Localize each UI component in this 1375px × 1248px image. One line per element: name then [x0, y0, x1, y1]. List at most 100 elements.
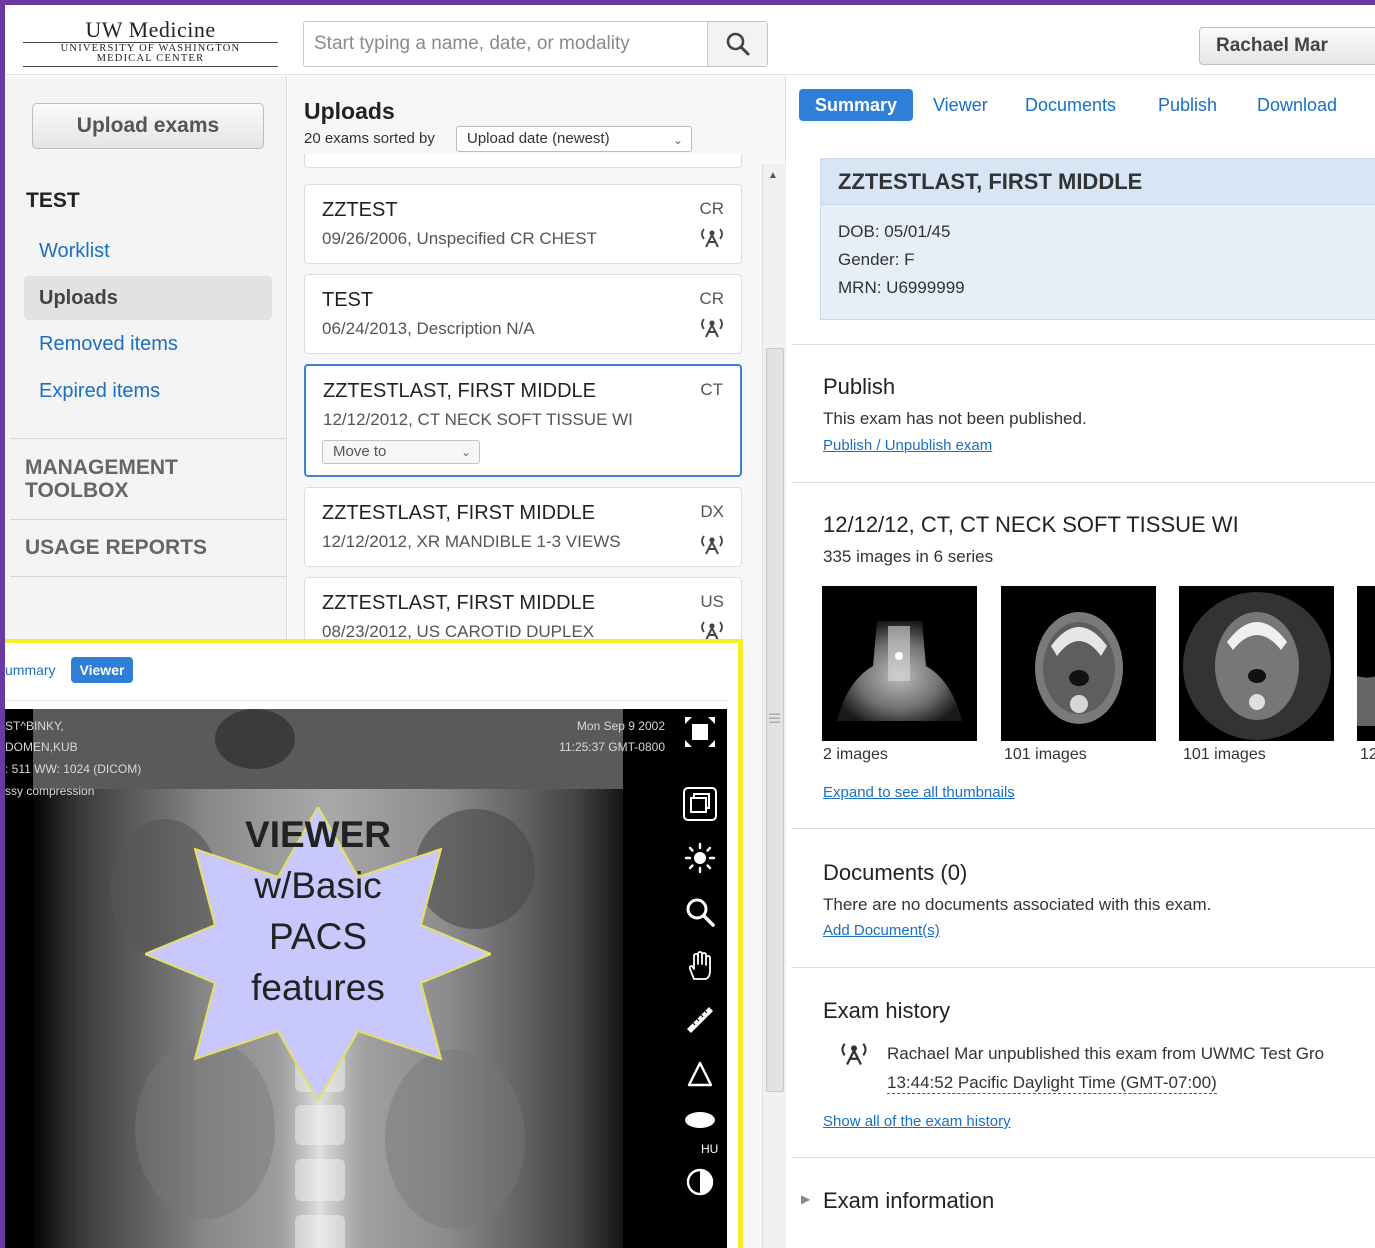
sidebar-divider — [10, 519, 287, 520]
scroll-up-arrow-icon[interactable]: ▲ — [768, 170, 778, 181]
exam-card[interactable]: ZZTEST 09/26/2006, Unspecified CR CHEST … — [304, 184, 742, 264]
patient-mrn: MRN: U6999999 — [838, 278, 965, 297]
history-entry-text: Rachael Mar unpublished this exam from U… — [887, 1044, 1325, 1063]
tab-download[interactable]: Download — [1257, 89, 1337, 121]
list-item-partial[interactable] — [304, 154, 742, 168]
exam-information-toggle[interactable]: Exam information — [823, 1188, 994, 1214]
uploads-title: Uploads — [304, 98, 395, 124]
logo-subtitle-2: MEDICAL CENTER — [23, 53, 278, 67]
sidebar-item-uploads[interactable]: Uploads — [24, 276, 272, 320]
move-to-label: Move to — [333, 443, 387, 460]
move-to-select[interactable]: Move to ⌄ — [322, 440, 480, 464]
history-entry-timestamp: 13:44:52 Pacific Daylight Time (GMT-07:0… — [887, 1073, 1217, 1094]
brightness-icon[interactable] — [683, 841, 717, 875]
published-broadcast-icon — [701, 535, 723, 555]
publish-status-text: This exam has not been published. — [823, 409, 1087, 428]
sidebar-item-worklist[interactable]: Worklist — [24, 229, 272, 273]
series-thumbnail[interactable] — [822, 586, 977, 741]
patient-info-box: ZZTESTLAST, FIRST MIDDLE DOB: 05/01/45 G… — [820, 158, 1375, 320]
thumbnail-caption: 12 — [1360, 746, 1375, 763]
expand-arrow-icon[interactable]: ▶ — [801, 1192, 810, 1206]
series-thumbnail[interactable] — [1357, 586, 1375, 741]
sidebar-usage-reports[interactable]: USAGE REPORTS — [25, 536, 207, 559]
sort-select-value: Upload date (newest) — [467, 130, 610, 147]
section-divider — [791, 482, 1375, 483]
series-thumbnail[interactable] — [1179, 586, 1334, 741]
sort-select[interactable]: Upload date (newest) ⌄ — [456, 126, 692, 152]
tab-documents[interactable]: Documents — [1025, 89, 1116, 121]
overlay-compression: ssy compression — [5, 784, 95, 798]
exam-card-description: 09/26/2006, Unspecified CR CHEST — [322, 229, 597, 248]
exam-card-description: 12/12/2012, CT NECK SOFT TISSUE WI — [323, 410, 633, 429]
tab-publish[interactable]: Publish — [1158, 89, 1217, 121]
callout-line-2: w/Basic — [254, 865, 382, 906]
section-divider — [791, 967, 1375, 968]
scrollbar-grip-icon: — — — — [769, 708, 780, 728]
pan-hand-icon[interactable] — [683, 949, 717, 983]
sidebar-management-toolbox[interactable]: MANAGEMENT TOOLBOX — [25, 456, 178, 502]
tab-summary[interactable]: Summary — [799, 89, 914, 121]
upload-exams-button[interactable]: Upload exams — [32, 103, 264, 149]
exam-detail-panel: Summary Viewer Documents Publish Downloa… — [787, 76, 1375, 1248]
sidebar-item-removed-items[interactable]: Removed items — [24, 322, 272, 366]
publish-unpublish-link[interactable]: Publish / Unpublish exam — [823, 437, 992, 454]
add-documents-link[interactable]: Add Document(s) — [823, 922, 940, 939]
contrast-invert-icon[interactable] — [683, 1165, 717, 1199]
ruler-measure-icon[interactable] — [683, 1003, 717, 1037]
patient-gender: Gender: F — [838, 250, 915, 269]
viewer-toolbar: HU — [673, 709, 727, 1248]
series-thumbnail[interactable] — [1001, 586, 1156, 741]
thumbnail-caption: 101 images — [1004, 746, 1087, 763]
uw-medicine-logo[interactable]: UW Medicine UNIVERSITY OF WASHINGTON MED… — [23, 19, 278, 71]
exam-card[interactable]: ZZTESTLAST, FIRST MIDDLE 12/12/2012, XR … — [304, 487, 742, 567]
ct-axial-soft-tissue-image — [1001, 586, 1156, 741]
header: UW Medicine UNIVERSITY OF WASHINGTON MED… — [5, 5, 1375, 75]
thumbnail-caption: 2 images — [823, 746, 888, 763]
angle-measure-icon[interactable] — [683, 1057, 717, 1091]
tab-viewer[interactable]: Viewer — [933, 89, 988, 121]
exam-card-modality: CR — [699, 289, 724, 308]
exam-card-selected[interactable]: ZZTESTLAST, FIRST MIDDLE 12/12/2012, CT … — [304, 364, 742, 477]
management-line-1: MANAGEMENT — [25, 456, 178, 479]
viewer-divider — [5, 700, 727, 701]
section-divider — [791, 1157, 1375, 1158]
documents-text: There are no documents associated with t… — [823, 895, 1212, 914]
exam-card-description: 12/12/2012, XR MANDIBLE 1-3 VIEWS — [322, 532, 621, 551]
viewer-screenshot-overlay: ummary Viewer ST^BINKY, DOMEN,KUB: 511 … — [5, 639, 743, 1248]
published-broadcast-icon — [841, 1043, 867, 1066]
search-box — [303, 21, 768, 67]
sidebar-item-expired-items[interactable]: Expired items — [24, 369, 272, 413]
callout-title: VIEWER — [245, 814, 391, 855]
ct-scout-image — [822, 586, 977, 741]
exam-card[interactable]: TEST 06/24/2013, Description N/A CR — [304, 274, 742, 354]
expand-thumbnails-link[interactable]: Expand to see all thumbnails — [823, 784, 1015, 801]
sidebar-divider — [10, 438, 287, 439]
fullscreen-icon[interactable] — [683, 715, 717, 749]
uploads-count: 20 exams sorted by — [304, 130, 435, 147]
exam-card-name: ZZTEST — [322, 199, 398, 221]
viewer-tab-summary[interactable]: ummary — [5, 662, 56, 678]
exam-image-count: 335 images in 6 series — [823, 547, 994, 566]
search-input[interactable] — [304, 22, 706, 66]
management-line-2: TOOLBOX — [25, 479, 129, 502]
overlay-study-date: Mon Sep 9 2002 — [576, 719, 665, 733]
xray-viewport[interactable]: ST^BINKY, DOMEN,KUB : 511 WW: 1024 (DICO… — [5, 709, 673, 1248]
exam-history-title: Exam history — [823, 998, 951, 1023]
callout-line-4: features — [251, 967, 385, 1008]
hu-ellipse-icon[interactable] — [683, 1109, 717, 1143]
exam-card-modality: DX — [700, 502, 724, 521]
published-broadcast-icon — [701, 318, 723, 338]
logo-title: UW Medicine — [85, 17, 216, 42]
zoom-icon[interactable] — [683, 895, 717, 929]
viewer-tab-viewer[interactable]: Viewer — [71, 657, 133, 683]
exam-card-modality: CT — [700, 380, 723, 399]
user-menu-button[interactable]: Rachael Mar — [1199, 27, 1375, 65]
show-exam-history-link[interactable]: Show all of the exam history — [823, 1113, 1011, 1130]
search-button[interactable] — [707, 22, 767, 66]
thumbnail-caption: 101 images — [1183, 746, 1266, 763]
series-layout-icon[interactable] — [683, 787, 717, 821]
chevron-down-icon: ⌄ — [460, 445, 471, 459]
exam-card-description: 06/24/2013, Description N/A — [322, 319, 535, 338]
patient-dob: DOB: 05/01/45 — [838, 222, 951, 241]
search-icon — [726, 32, 749, 56]
